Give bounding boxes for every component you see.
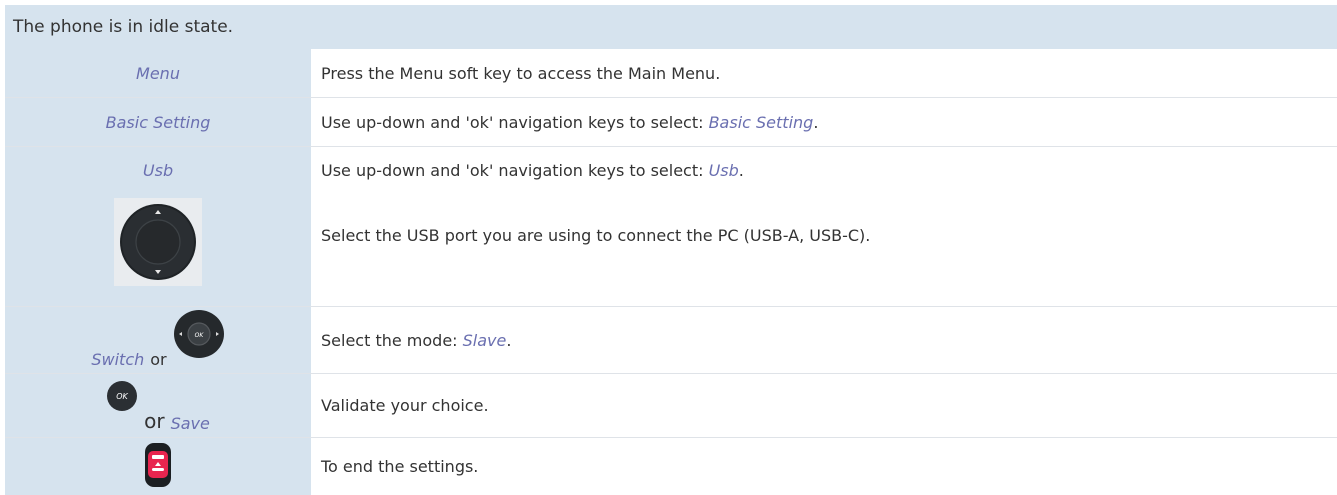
nav-updown-icon <box>114 198 202 286</box>
desc-keyword: Slave <box>462 330 507 350</box>
procedure-table: The phone is in idle state. Menu Press t… <box>5 5 1337 495</box>
table-row: To end the settings. <box>5 438 1337 495</box>
key-cell: OK or Save <box>5 374 312 437</box>
svg-text:OK: OK <box>194 332 204 339</box>
table-row: Basic Setting Use up-down and 'ok' navig… <box>5 98 1337 147</box>
step-description-2: Select the USB port you are using to con… <box>321 226 871 245</box>
desc-cell: Use up-down and 'ok' navigation keys to … <box>312 98 1337 146</box>
desc-cell: To end the settings. <box>312 438 1337 495</box>
header-text: The phone is in idle state. <box>13 17 234 37</box>
desc-cell: Validate your choice. <box>312 374 1337 437</box>
or-text: or <box>144 409 165 433</box>
step-description: Use up-down and 'ok' navigation keys to … <box>321 161 1337 180</box>
desc-text: Select the mode: <box>321 330 463 350</box>
table-row: Usb Use up-down and 'ok' navigation keys… <box>5 147 1337 307</box>
table-row: Switch or OK Select the mode: Slave. <box>5 307 1337 374</box>
desc-keyword: Usb <box>708 161 739 180</box>
desc-suffix: . <box>738 161 744 180</box>
key-cell: Switch or OK <box>5 307 312 373</box>
table-row: Menu Press the Menu soft key to access t… <box>5 49 1337 98</box>
step-description: Use up-down and 'ok' navigation keys to … <box>321 113 1337 132</box>
desc-cell: Use up-down and 'ok' navigation keys to … <box>312 147 1337 306</box>
step-description: To end the settings. <box>321 457 479 476</box>
desc-keyword: Basic Setting <box>708 112 814 132</box>
key-cell: Basic Setting <box>5 98 312 146</box>
basic-setting-label: Basic Setting <box>105 112 211 132</box>
switch-label: Switch <box>91 350 145 369</box>
key-cell <box>5 438 312 495</box>
desc-cell: Press the Menu soft key to access the Ma… <box>312 49 1337 97</box>
save-label: Save <box>170 414 210 433</box>
table-header: The phone is in idle state. <box>5 5 1337 49</box>
key-cell: Usb <box>5 147 312 306</box>
hangup-key-icon <box>144 442 172 492</box>
desc-text: Use up-down and 'ok' navigation keys to … <box>321 161 709 180</box>
or-text: or <box>150 350 167 369</box>
step-description: Validate your choice. <box>321 396 489 415</box>
step-description: Press the Menu soft key to access the Ma… <box>321 63 721 83</box>
desc-suffix: . <box>506 330 512 350</box>
usb-label: Usb <box>142 161 174 180</box>
menu-softkey-label: Menu <box>136 63 180 83</box>
step-description: Select the mode: Slave. <box>321 331 1337 350</box>
desc-cell: Select the mode: Slave. <box>312 307 1337 373</box>
desc-text: Use up-down and 'ok' navigation keys to … <box>321 112 709 132</box>
table-row: OK or Save Validate your choice. <box>5 374 1337 438</box>
ok-key-icon: OK <box>106 380 138 416</box>
desc-suffix: . <box>813 112 819 132</box>
nav-ok-icon: OK <box>173 309 225 363</box>
key-cell: Menu <box>5 49 312 97</box>
svg-text:OK: OK <box>116 392 128 401</box>
